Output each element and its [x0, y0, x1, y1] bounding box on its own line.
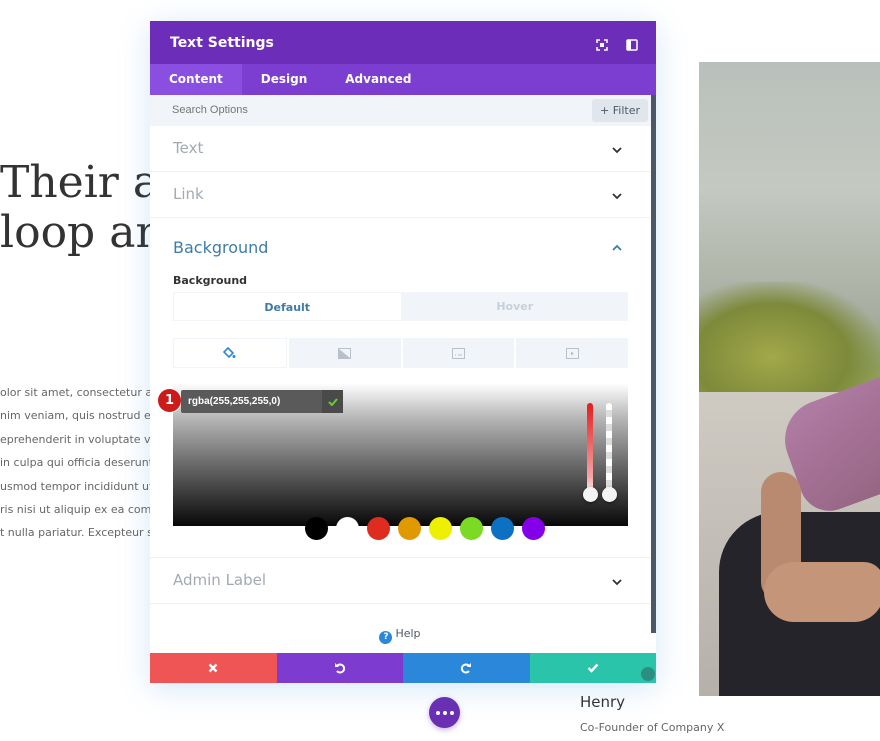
dot-icon [435, 710, 440, 715]
dot-icon [449, 710, 454, 715]
bg-type-gradient-tab[interactable] [288, 338, 401, 368]
scrollbar[interactable] [651, 95, 656, 633]
close-icon [208, 663, 218, 673]
color-value-box [181, 390, 343, 413]
color-swatch[interactable] [305, 517, 328, 540]
discard-button[interactable] [150, 653, 277, 683]
help-link[interactable]: ? Help [150, 627, 650, 644]
chevron-down-icon [612, 147, 622, 154]
section-title-admin-label: Admin Label [173, 571, 267, 589]
apply-color-button[interactable] [322, 390, 343, 413]
section-link[interactable]: Link [150, 172, 650, 218]
help-label: Help [395, 627, 421, 640]
person-role: Co-Founder of Company X [580, 721, 725, 734]
color-swatch[interactable] [491, 517, 514, 540]
body-line: olor sit amet, consectetur adipi [0, 386, 173, 399]
gradient-icon [338, 347, 352, 359]
filter-button[interactable]: + Filter [592, 99, 648, 122]
color-swatch[interactable] [367, 517, 390, 540]
undo-button[interactable] [276, 653, 403, 683]
fullscreen-icon[interactable] [596, 36, 609, 51]
redo-button[interactable] [403, 653, 530, 683]
bg-type-color-tab[interactable] [173, 338, 287, 368]
state-hover-button[interactable]: Hover [402, 292, 629, 321]
video-icon [565, 347, 579, 359]
section-title-background[interactable]: Background [173, 238, 268, 257]
color-swatch[interactable] [460, 517, 483, 540]
dot-icon [442, 710, 447, 715]
body-line: usmod tempor incididunt ut lal [0, 479, 170, 493]
chevron-down-icon [612, 579, 622, 586]
hue-slider-handle[interactable] [583, 487, 598, 502]
section-admin-label[interactable]: Admin Label [150, 558, 650, 604]
photo-hand [764, 562, 880, 622]
state-toggle: Default Hover [173, 292, 628, 321]
body-line: t nulla pariatur. Excepteur sint [0, 526, 168, 540]
color-swatch[interactable] [398, 517, 421, 540]
opacity-slider-handle[interactable] [602, 487, 617, 502]
color-value-input[interactable] [181, 390, 322, 413]
help-icon: ? [379, 631, 393, 644]
section-text[interactable]: Text [150, 126, 650, 172]
settings-tabs: Content Design Advanced [150, 64, 656, 95]
body-line: ris nisi ut aliquip ex ea commo [0, 503, 169, 517]
background-field-label: Background [173, 274, 248, 287]
color-swatch[interactable] [336, 517, 359, 540]
bg-type-image-tab[interactable] [402, 338, 515, 368]
body-line: eprehenderit in voluptate velit [0, 432, 168, 446]
color-swatches [305, 517, 545, 540]
color-picker-area[interactable]: 1 [158, 383, 628, 540]
chevron-down-icon [612, 193, 622, 200]
check-icon [327, 397, 338, 406]
background-type-tabs [173, 338, 628, 368]
chevron-up-icon[interactable] [612, 243, 622, 253]
section-title-link: Link [173, 185, 204, 203]
bg-type-video-tab[interactable] [516, 338, 628, 368]
text-settings-modal: Text Settings Content Design Advanced + … [150, 21, 656, 683]
search-options-input[interactable] [172, 95, 552, 126]
check-icon [587, 663, 599, 673]
resize-handle-icon[interactable] [641, 667, 655, 681]
opacity-slider[interactable] [606, 403, 612, 495]
tab-content[interactable]: Content [150, 64, 242, 95]
tab-advanced[interactable]: Advanced [326, 64, 430, 95]
redo-icon [461, 663, 472, 674]
person-photo [699, 62, 880, 696]
image-icon [451, 347, 465, 359]
search-bar: + Filter [150, 95, 656, 126]
undo-icon [334, 663, 345, 674]
color-fill-icon [223, 347, 236, 359]
step-number-badge: 1 [158, 389, 181, 412]
section-title-text: Text [173, 139, 204, 157]
body-paragraph: olor sit amet, consectetur adipi nim ven… [0, 381, 172, 545]
person-name: Henry [580, 693, 626, 711]
body-line: in culpa qui officia deserunt m [0, 456, 168, 470]
modal-title: Text Settings [170, 34, 274, 51]
color-swatch[interactable] [429, 517, 452, 540]
color-swatch[interactable] [522, 517, 545, 540]
split-view-icon[interactable] [626, 36, 639, 51]
page: Their ab loop and olor sit amet, consect… [0, 0, 880, 741]
modal-footer [150, 653, 656, 683]
body-line: nim veniam, quis nostrud exer [0, 409, 168, 423]
modal-header: Text Settings [150, 21, 656, 64]
state-default-button[interactable]: Default [174, 293, 401, 320]
save-button[interactable] [529, 653, 656, 683]
tab-design[interactable]: Design [242, 64, 327, 95]
hue-slider[interactable] [587, 403, 593, 495]
more-options-button[interactable] [429, 697, 460, 728]
